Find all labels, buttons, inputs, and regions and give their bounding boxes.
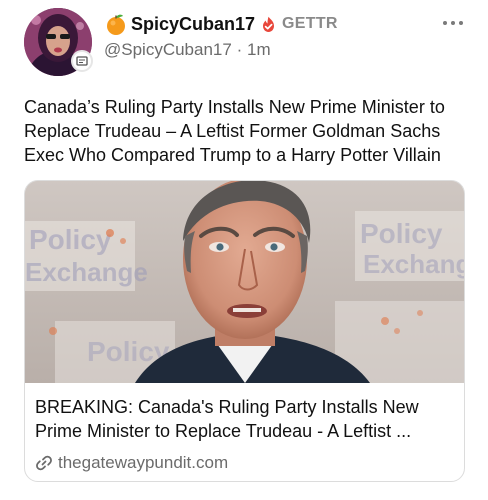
bg-text-exchange: Exchange [25,257,148,287]
bg-text-exchange-2: Exchange [363,249,465,279]
more-options-icon[interactable] [440,14,466,32]
author-name-row: SpicyCuban17 GETTR [104,10,338,38]
orange-emoji-icon [104,12,128,36]
bg-text-policy: Policy [29,224,112,255]
more-dot [459,21,463,25]
separator-dot: · [236,40,243,59]
post-time: 1m [246,40,271,59]
post-text: Canada’s Ruling Party Installs New Prime… [24,97,445,165]
handle[interactable]: @SpicyCuban17 [104,40,232,59]
link-preview-source[interactable]: thegatewaypundit.com [35,452,228,474]
more-dot [443,21,447,25]
link-preview-image[interactable]: Policy Exchange Policy Exchange Policy [25,181,465,383]
link-icon [35,454,53,472]
link-preview-card[interactable]: Policy Exchange Policy Exchange Policy [24,180,465,482]
bg-text-policy-2: Policy [360,218,443,249]
post: SpicyCuban17 GETTR @SpicyCuban17 · 1m Ca… [0,0,488,500]
more-dot [451,21,455,25]
link-domain[interactable]: thegatewaypundit.com [58,453,228,473]
display-name[interactable]: SpicyCuban17 [131,14,255,35]
link-preview-title[interactable]: BREAKING: Canada's Ruling Party Installs… [35,395,460,443]
platform-label: GETTR [282,15,338,32]
handle-row: @SpicyCuban17 · 1m [104,40,271,60]
verified-badge-icon [260,16,277,33]
avatar-badge-icon [71,50,93,72]
